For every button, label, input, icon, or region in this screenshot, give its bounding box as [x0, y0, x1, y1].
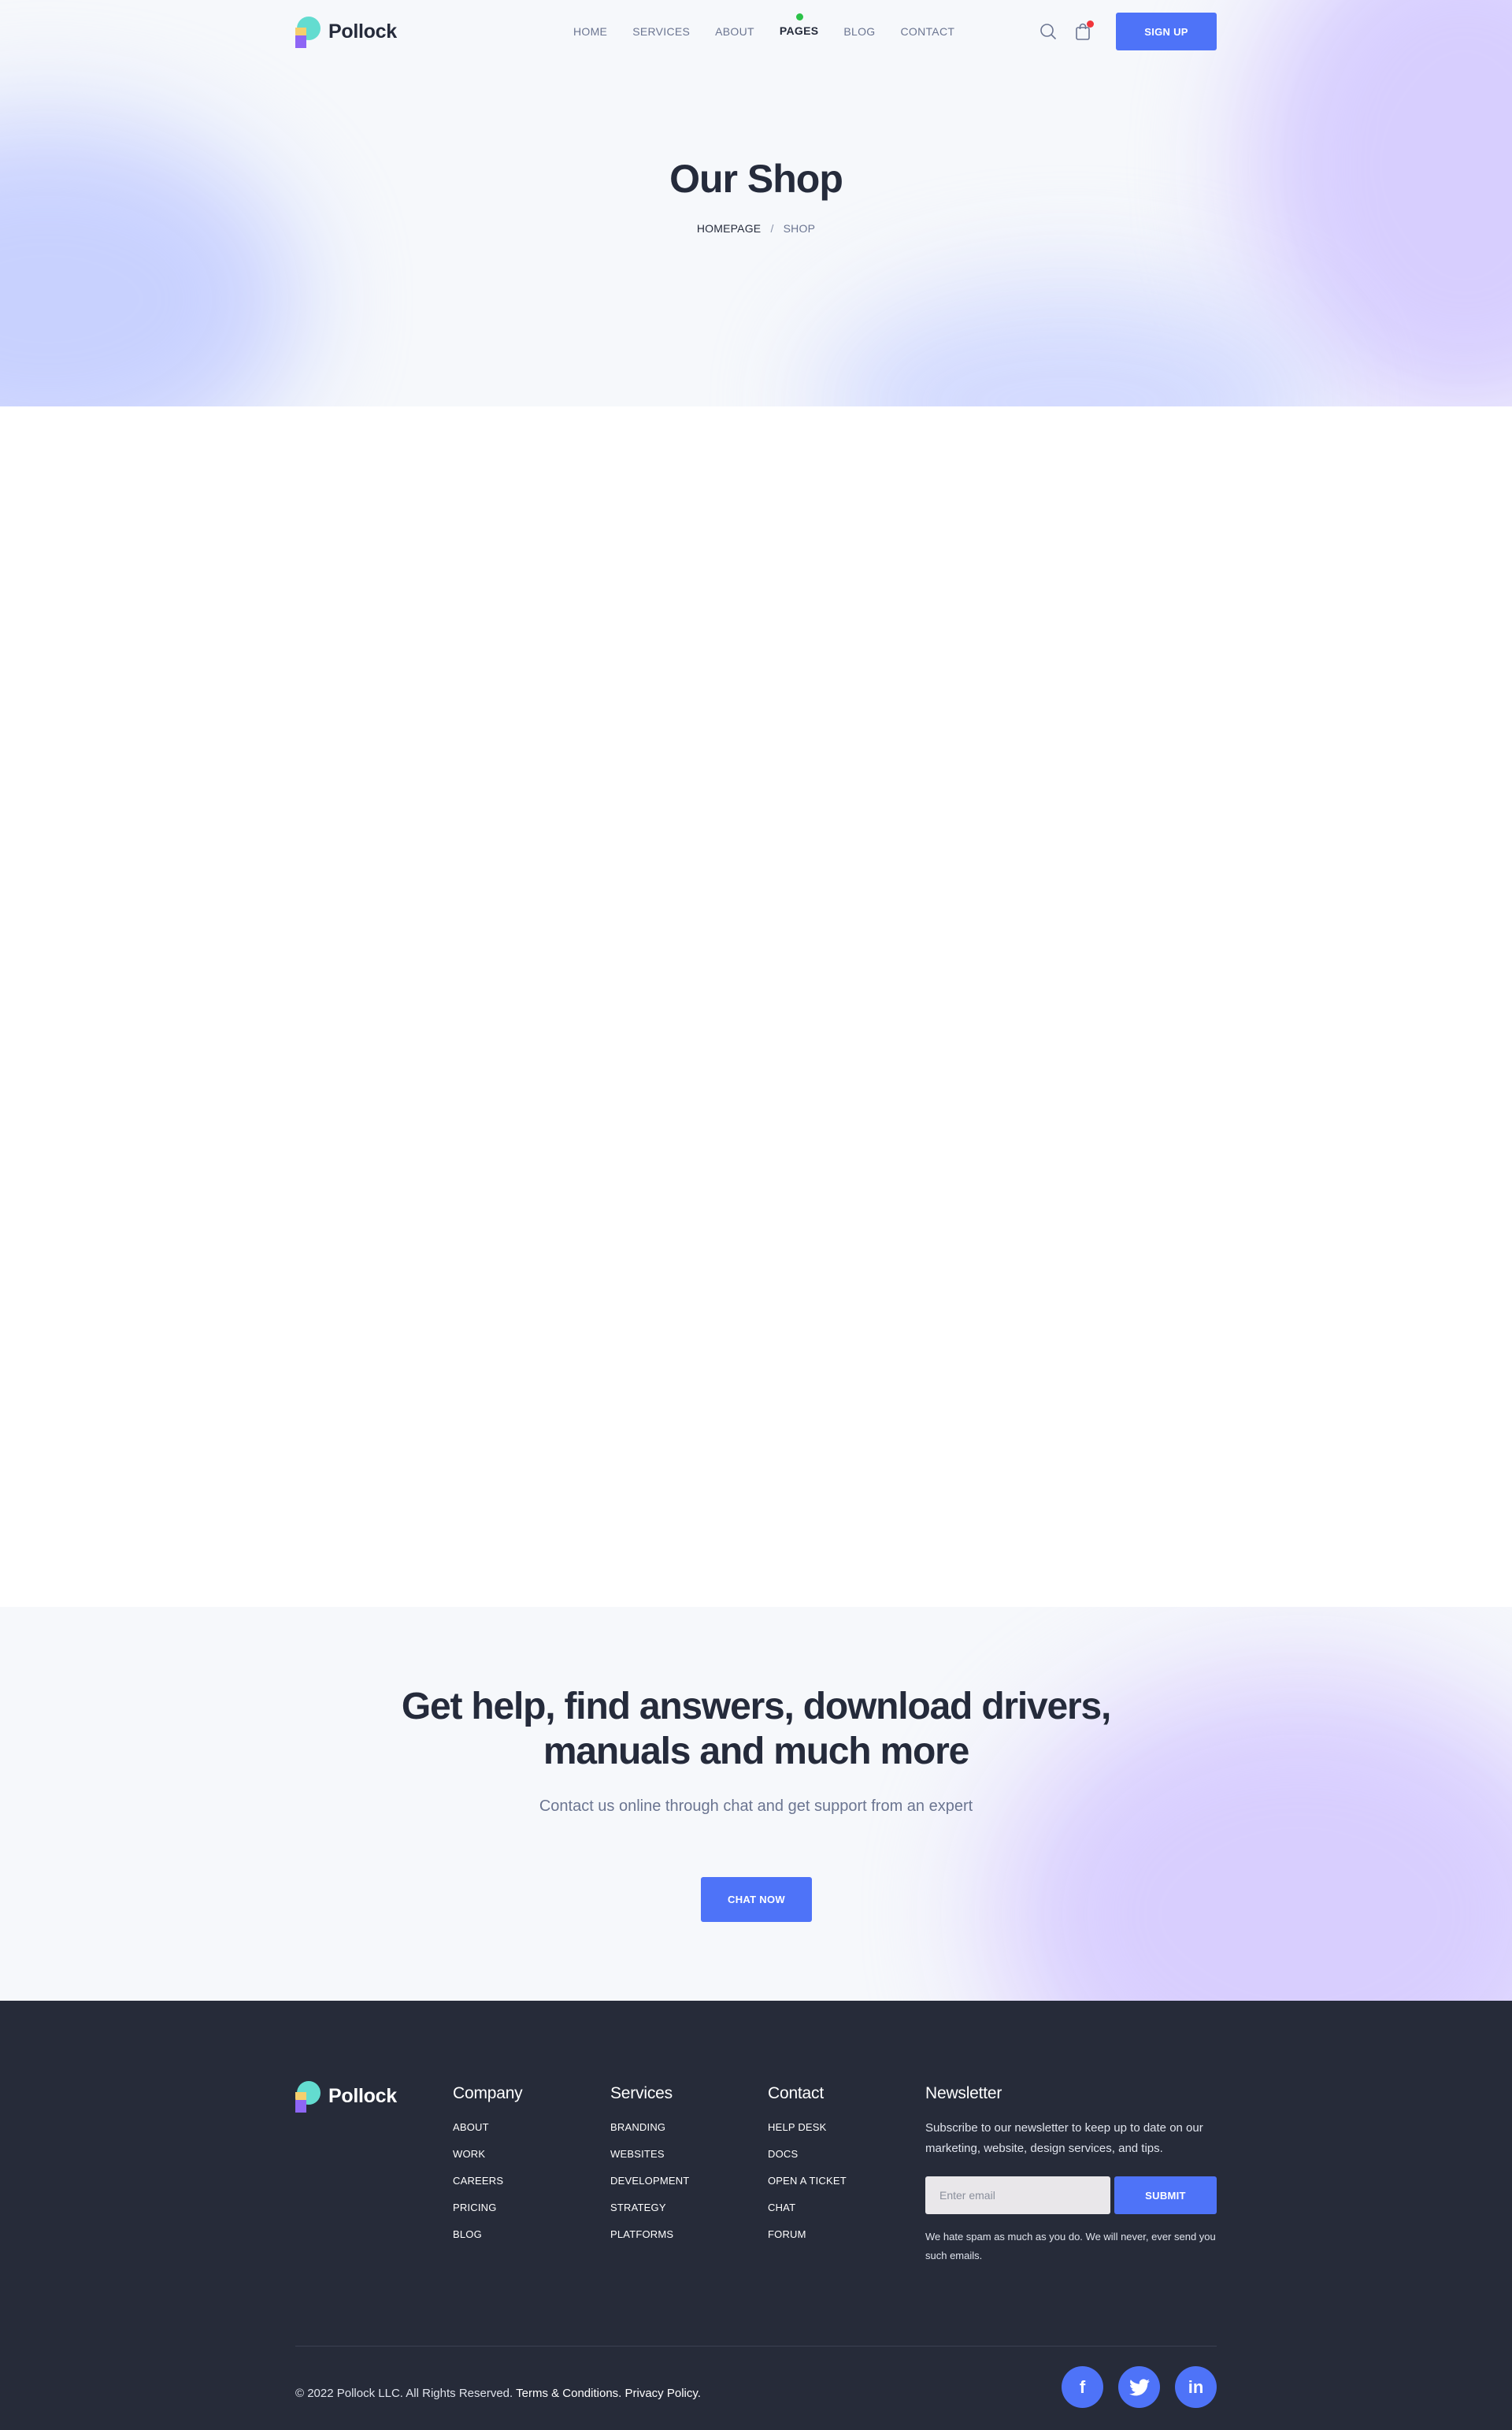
footer-link-development[interactable]: DEVELOPMENT — [610, 2175, 689, 2187]
logo-icon — [295, 2079, 321, 2113]
facebook-glyph: f — [1079, 2376, 1086, 2397]
newsletter-description: Subscribe to our newsletter to keep up t… — [925, 2121, 1203, 2155]
footer-column-title: Contact — [768, 2084, 824, 2102]
support-cta-section: Get help, find answers, download drivers… — [0, 1607, 1512, 2001]
page-title: Our Shop — [669, 157, 843, 201]
breadcrumb-separator: / — [770, 222, 774, 235]
privacy-link[interactable]: Privacy Policy. — [625, 2387, 701, 2400]
search-icon[interactable] — [1039, 22, 1058, 41]
footer-link-open-ticket[interactable]: OPEN A TICKET — [768, 2175, 847, 2187]
hero-section: Pollock HOME SERVICES ABOUT PAGES BLOG C… — [0, 0, 1512, 406]
main-nav: HOME SERVICES ABOUT PAGES BLOG CONTACT — [573, 0, 954, 63]
footer-link-forum[interactable]: FORUM — [768, 2228, 847, 2240]
newsletter-email-input[interactable] — [925, 2176, 1110, 2214]
footer-link-careers[interactable]: CAREERS — [453, 2175, 522, 2187]
footer-link-work[interactable]: WORK — [453, 2148, 522, 2160]
footer-link-blog[interactable]: BLOG — [453, 2228, 522, 2240]
nav-item-home[interactable]: HOME — [573, 25, 607, 38]
footer-column-contact: Contact HELP DESK DOCS OPEN A TICKET CHA… — [768, 2084, 847, 2255]
footer-link-chat[interactable]: CHAT — [768, 2202, 847, 2213]
cta-title-line-1: Get help, find answers, download drivers… — [401, 1686, 1112, 1727]
logo-text: Pollock — [328, 20, 397, 43]
twitter-bird-icon — [1128, 2378, 1150, 2395]
newsletter-form: SUBMIT — [925, 2176, 1217, 2214]
footer-logo[interactable]: Pollock — [295, 2079, 397, 2113]
chat-now-button[interactable]: CHAT NOW — [701, 1877, 812, 1922]
footer-link-strategy[interactable]: STRATEGY — [610, 2202, 689, 2213]
footer-column-title: Company — [453, 2084, 523, 2102]
breadcrumb-current: SHOP — [783, 222, 816, 235]
footer-link-pricing[interactable]: PRICING — [453, 2202, 522, 2213]
footer-link-docs[interactable]: DOCS — [768, 2148, 847, 2160]
nav-item-contact[interactable]: CONTACT — [900, 25, 954, 38]
hero-gradient-bottom — [819, 284, 1323, 406]
active-indicator-dot — [795, 13, 803, 20]
footer-column-services: Services BRANDING WEBSITES DEVELOPMENT S… — [610, 2084, 689, 2255]
nav-item-pages-wrap: PAGES — [780, 13, 818, 39]
footer-divider — [295, 2346, 1217, 2347]
footer-link-about[interactable]: ABOUT — [453, 2121, 522, 2133]
logo-icon — [295, 15, 321, 48]
footer-column-title: Services — [610, 2084, 673, 2102]
cta-subtitle: Contact us online through chat and get s… — [539, 1797, 973, 1815]
nav-item-services[interactable]: SERVICES — [632, 25, 690, 38]
footer-column-company: Company ABOUT WORK CAREERS PRICING BLOG — [453, 2084, 523, 2255]
copyright-notice: © 2022 Pollock LLC. All Rights Reserved. — [295, 2387, 513, 2400]
facebook-icon[interactable]: f — [1062, 2366, 1103, 2408]
footer-logo-text: Pollock — [328, 2084, 397, 2107]
newsletter-title: Newsletter — [925, 2084, 1002, 2102]
nav-item-blog[interactable]: BLOG — [843, 25, 875, 38]
nav-item-about[interactable]: ABOUT — [715, 25, 754, 38]
cart-badge-dot — [1087, 20, 1094, 28]
footer-link-help-desk[interactable]: HELP DESK — [768, 2121, 847, 2133]
footer-link-platforms[interactable]: PLATFORMS — [610, 2228, 689, 2240]
site-footer: Pollock Company ABOUT WORK CAREERS PRICI… — [0, 2001, 1512, 2430]
linkedin-icon[interactable]: in — [1175, 2366, 1217, 2408]
cta-title-line-2: manuals and much more — [543, 1731, 969, 1772]
shop-content-area — [0, 406, 1512, 1607]
twitter-icon[interactable] — [1118, 2366, 1160, 2408]
footer-newsletter: Newsletter Subscribe to our newsletter t… — [925, 2084, 1217, 2265]
footer-link-branding[interactable]: BRANDING — [610, 2121, 689, 2133]
footer-link-websites[interactable]: WEBSITES — [610, 2148, 689, 2160]
breadcrumb: HOMEPAGE / SHOP — [0, 222, 1512, 235]
terms-link[interactable]: Terms & Conditions. — [516, 2387, 621, 2400]
breadcrumb-home-link[interactable]: HOMEPAGE — [697, 222, 761, 235]
newsletter-spam-note: We hate spam as much as you do. We will … — [925, 2231, 1216, 2261]
sign-up-button[interactable]: SIGN UP — [1116, 13, 1217, 50]
shopping-bag-icon[interactable] — [1073, 20, 1094, 41]
site-header: Pollock HOME SERVICES ABOUT PAGES BLOG C… — [295, 0, 1217, 63]
linkedin-glyph: in — [1188, 2376, 1204, 2397]
newsletter-submit-button[interactable]: SUBMIT — [1114, 2176, 1217, 2214]
logo[interactable]: Pollock — [295, 15, 397, 48]
nav-item-pages[interactable]: PAGES — [780, 24, 818, 37]
cta-title: Get help, find answers, download drivers… — [0, 1684, 1512, 1774]
copyright-text: © 2022 Pollock LLC. All Rights Reserved.… — [295, 2387, 701, 2400]
